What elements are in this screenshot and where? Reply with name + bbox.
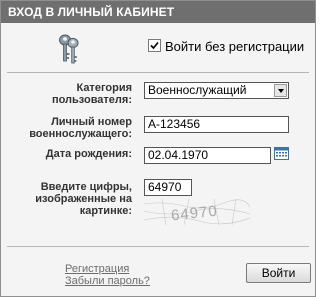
login-button[interactable]: Войти xyxy=(246,263,311,283)
login-panel: ВХОД В ЛИЧНЫЙ КАБИНЕТ Войти без регистра… xyxy=(0,0,316,297)
forgot-password-link[interactable]: Забыли пароль? xyxy=(65,275,150,287)
guest-login-label: Войти без регистрации xyxy=(165,39,305,54)
guest-login-checkbox[interactable] xyxy=(148,39,161,52)
divider-top xyxy=(7,72,309,73)
captcha-image: 64970 xyxy=(144,199,250,225)
category-value: Военнослужащий xyxy=(148,83,247,97)
calendar-icon[interactable] xyxy=(274,147,289,160)
category-label: Категория пользователя: xyxy=(51,82,132,106)
birth-date-input[interactable]: 02.04.1970 xyxy=(144,147,271,164)
checkbox-checked-icon xyxy=(150,41,159,50)
personal-number-input[interactable]: А-123456 xyxy=(144,116,289,133)
panel-title: ВХОД В ЛИЧНЫЙ КАБИНЕТ xyxy=(8,5,175,19)
keys-icon xyxy=(59,34,79,64)
divider-bottom xyxy=(7,246,309,247)
register-link[interactable]: Регистрация xyxy=(65,263,129,275)
birth-date-label: Дата рождения: xyxy=(45,148,132,160)
personal-number-label: Личный номер военнослужащего: xyxy=(29,116,132,140)
chevron-down-icon[interactable] xyxy=(274,84,287,97)
category-select[interactable]: Военнослужащий xyxy=(144,82,289,99)
header-bar: ВХОД В ЛИЧНЫЙ КАБИНЕТ xyxy=(1,1,315,23)
captcha-input[interactable]: 64970 xyxy=(144,179,192,196)
captcha-label: Введите цифры, изображенные на картинке: xyxy=(35,181,132,217)
